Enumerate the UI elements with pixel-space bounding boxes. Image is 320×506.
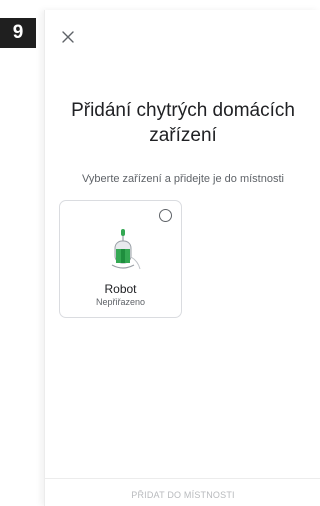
device-card-robot[interactable]: Robot Nepřiřazeno	[59, 200, 182, 318]
step-number-badge: 9	[0, 18, 36, 48]
page-title: Přidání chytrých domácích zařízení	[71, 100, 295, 146]
device-select-radio[interactable]	[159, 209, 172, 222]
add-to-room-button[interactable]: PŘIDAT DO MÍSTNOSTI	[45, 490, 320, 500]
close-icon	[62, 31, 74, 43]
screen: 9 Přidání chytrých domácích zařízení Vyb…	[0, 0, 320, 506]
footer-divider	[45, 478, 320, 479]
device-status: Nepřiřazeno	[95, 297, 146, 307]
device-name: Robot	[104, 282, 137, 296]
phone-screen: Přidání chytrých domácích zařízení Vyber…	[44, 10, 320, 506]
page-subtitle: Vyberte zařízení a přidejte je do místno…	[82, 173, 284, 185]
robot-vacuum-icon	[111, 229, 141, 270]
close-button[interactable]	[57, 26, 79, 48]
